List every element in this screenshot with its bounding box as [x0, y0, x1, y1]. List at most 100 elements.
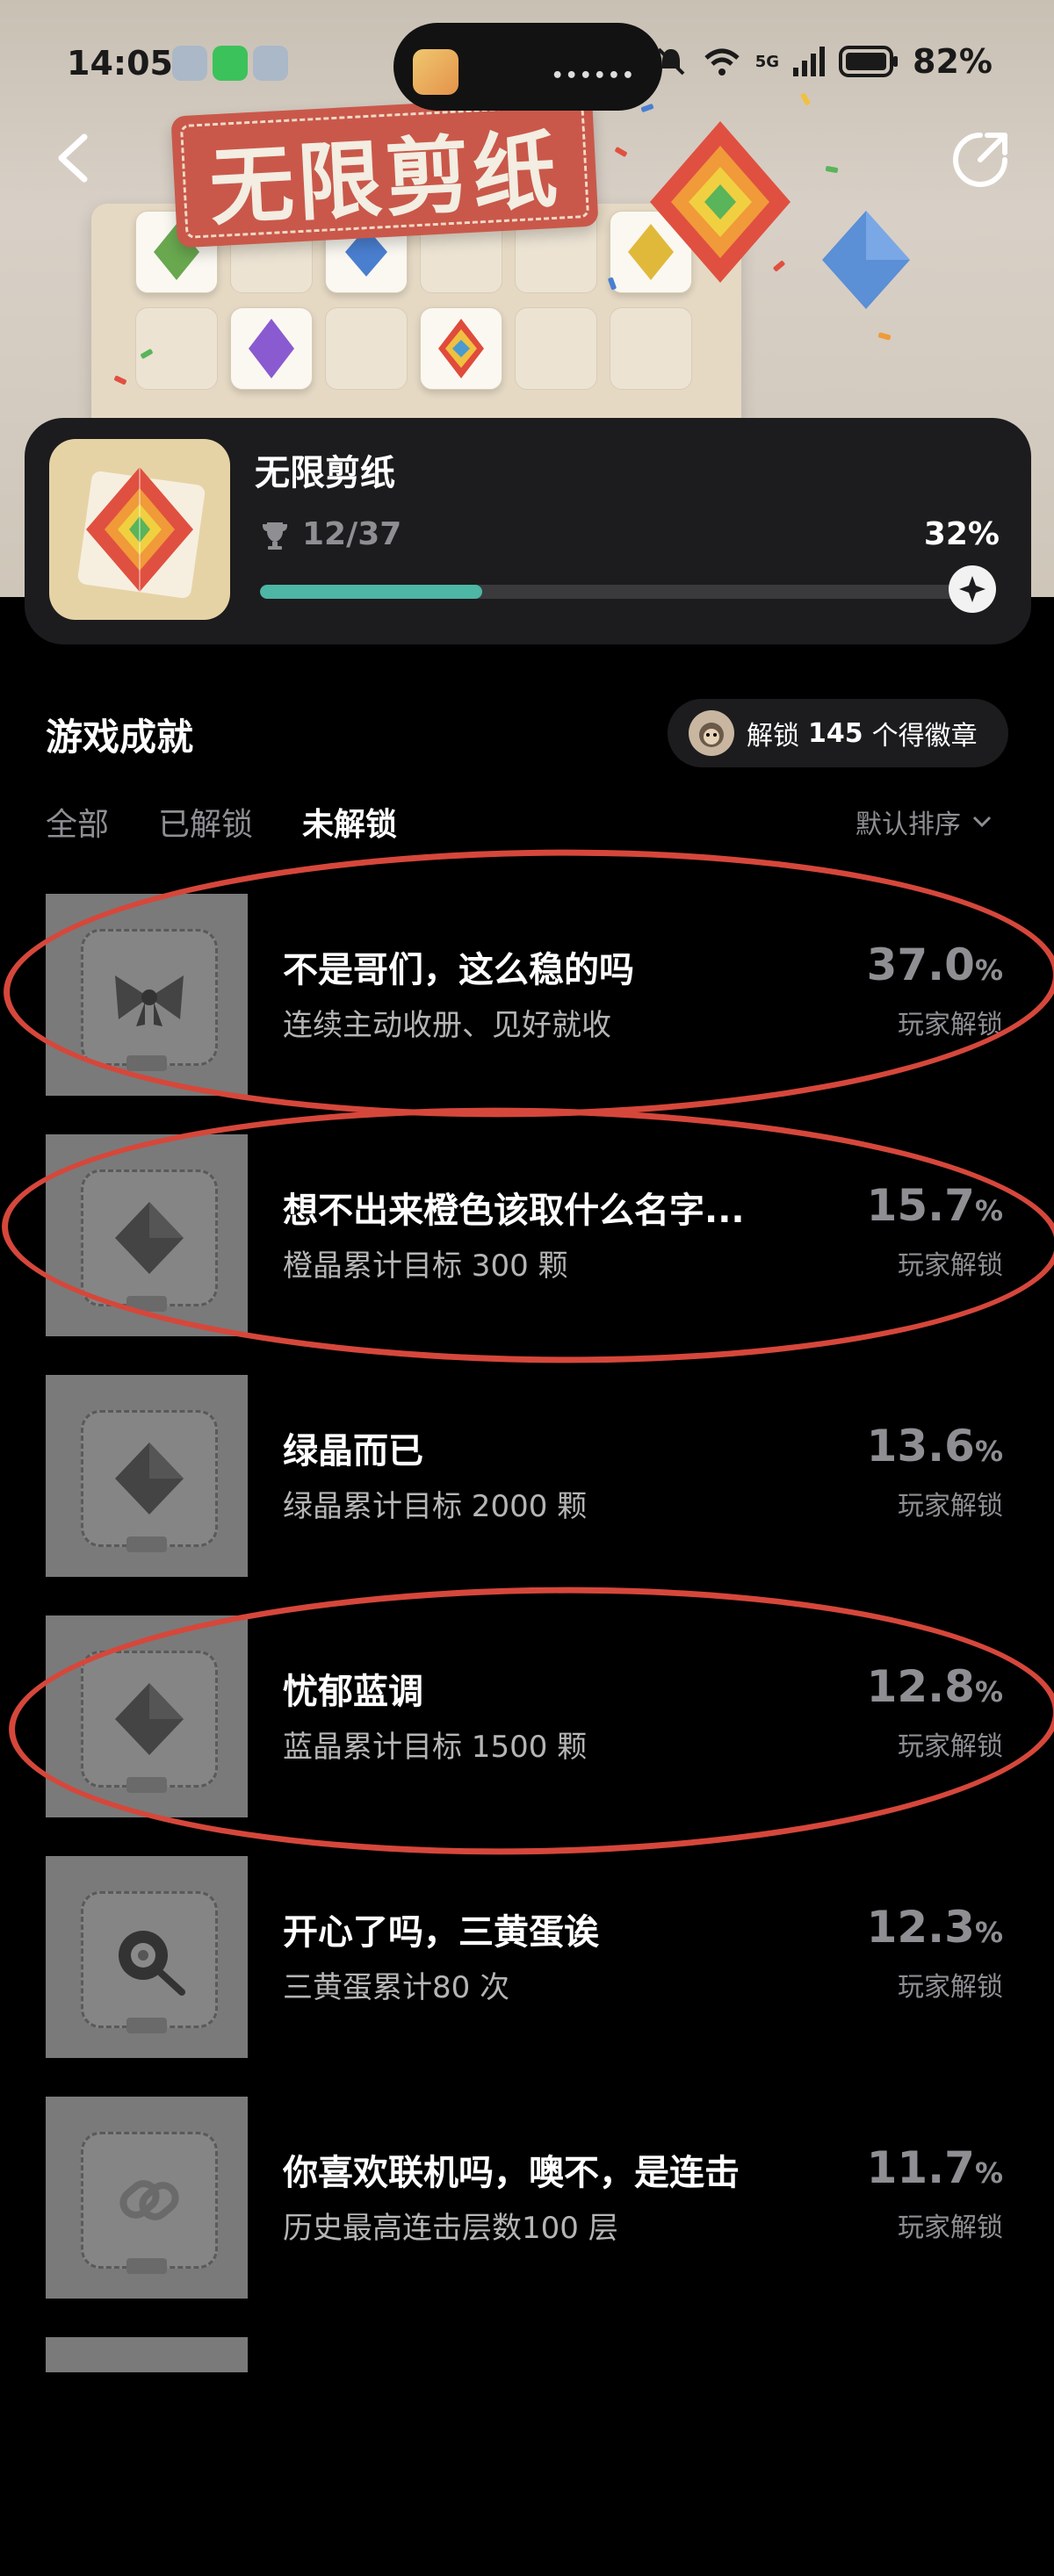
achievement-count: 12/37	[260, 516, 401, 552]
achievement-title: 忧郁蓝调	[283, 1672, 423, 1712]
tab-unlocked[interactable]: 已解锁	[158, 799, 253, 845]
game-name: 无限剪纸	[255, 453, 395, 493]
notification-app-icon	[253, 46, 288, 81]
share-icon	[953, 133, 1007, 187]
achievement-percent-label: 玩家解锁	[898, 1010, 1003, 1040]
achievement-row[interactable]: 不是哥们，这么稳的吗 连续主动收册、见好就收 37.0% 玩家解锁	[0, 892, 1054, 1133]
diamond-icon	[115, 1202, 184, 1274]
achievement-percent: 12.8%	[866, 1661, 1003, 1712]
progress-end-badge	[949, 565, 996, 613]
confetti	[825, 165, 839, 174]
wechat-icon	[213, 46, 248, 81]
island-dots-icon: ••••••	[551, 65, 636, 87]
achievement-percent-label: 玩家解锁	[898, 1491, 1003, 1522]
achievement-thumbnail	[46, 1856, 248, 2058]
achievement-list: 不是哥们，这么稳的吗 连续主动收册、见好就收 37.0% 玩家解锁 想不出来橙色…	[0, 892, 1054, 2576]
battery-icon	[839, 46, 899, 77]
status-bar: 14:05 •••••• 5G 82%	[0, 23, 1054, 111]
thumbnail-tag	[126, 2018, 167, 2033]
achievement-percent-label: 玩家解锁	[898, 1972, 1003, 2003]
achievement-thumbnail	[46, 1375, 248, 1577]
board-tile	[325, 307, 408, 390]
bow-icon	[115, 975, 184, 1026]
progress-bar	[260, 585, 956, 599]
mute-bell-icon	[657, 47, 685, 76]
signal-icon	[793, 47, 826, 76]
pan-icon	[119, 1931, 185, 1996]
network-type: 5G	[754, 52, 780, 71]
thumbnail-tag	[126, 1055, 167, 1071]
sort-dropdown[interactable]: 默认排序	[855, 802, 993, 841]
status-indicators: 5G 82%	[653, 42, 993, 81]
achievement-row[interactable]: 开心了吗，三黄蛋诶 三黄蛋累计80 次 12.3% 玩家解锁	[0, 1854, 1054, 2095]
notification-app-icon	[172, 46, 207, 81]
achievement-percent-label: 玩家解锁	[898, 1250, 1003, 1281]
thumbnail-tag	[126, 1536, 167, 1552]
confetti	[877, 332, 892, 341]
badge-avatar	[689, 710, 734, 756]
achievement-desc: 连续主动收册、见好就收	[283, 1008, 611, 1043]
trophy-icon	[263, 522, 287, 550]
board-tile	[515, 307, 597, 390]
achievement-percent: 37.0%	[866, 939, 1003, 990]
section-title: 游戏成就	[46, 716, 194, 759]
board-tile	[420, 307, 502, 390]
thumbnail-tag	[126, 1777, 167, 1793]
blue-kite-icon	[822, 211, 910, 309]
achievement-thumbnail	[46, 894, 248, 1096]
achievement-thumbnail	[46, 2337, 248, 2372]
battery-percent: 82%	[913, 42, 993, 81]
achievement-percent: 15.7%	[866, 1180, 1003, 1231]
diamond-icon	[115, 1443, 184, 1515]
board-tile	[135, 307, 218, 390]
chevron-left-icon	[58, 133, 88, 183]
badge-unlock-pill[interactable]: 解锁 145 个得徽章	[668, 699, 1008, 767]
sparkle-icon	[959, 576, 985, 602]
achievement-thumbnail	[46, 2097, 248, 2299]
badge-prefix: 解锁	[747, 721, 799, 752]
achievement-title: 你喜欢联机吗，噢不，是连击	[283, 2153, 740, 2193]
chain-icon	[119, 2180, 179, 2220]
achievement-percent: 11.7%	[866, 2142, 1003, 2193]
achievement-count-text: 12/37	[302, 516, 402, 552]
confetti	[614, 146, 628, 158]
tab-locked[interactable]: 未解锁	[302, 799, 397, 845]
tab-all[interactable]: 全部	[46, 799, 109, 845]
achievement-row[interactable]: 绿晶而已 绿晶累计目标 2000 颗 13.6% 玩家解锁	[0, 1373, 1054, 1614]
chevron-down-icon	[972, 816, 992, 828]
board-tile	[610, 307, 692, 390]
achievement-title: 开心了吗，三黄蛋诶	[283, 1912, 599, 1953]
achievement-percent-label: 玩家解锁	[898, 1731, 1003, 1762]
board-tile	[230, 307, 313, 390]
achievement-desc: 橙晶累计目标 300 颗	[283, 1248, 568, 1284]
game-icon	[49, 439, 230, 620]
game-progress-card[interactable]: 无限剪纸 12/37 32%	[25, 418, 1031, 644]
progress-percent: 32%	[923, 516, 1000, 552]
achievement-row[interactable]: 忧郁蓝调 蓝晶累计目标 1500 颗 12.8% 玩家解锁	[0, 1614, 1054, 1854]
achievement-title: 想不出来橙色该取什么名字...	[283, 1191, 745, 1231]
status-time: 14:05	[67, 44, 173, 83]
share-button[interactable]	[949, 128, 1012, 191]
achievement-desc: 蓝晶累计目标 1500 颗	[283, 1730, 588, 1765]
progress-bar-fill	[260, 585, 483, 599]
achievement-title: 绿晶而已	[283, 1431, 423, 1471]
game-app-icon	[413, 49, 458, 95]
thumbnail-tag	[126, 1296, 167, 1312]
achievement-title: 不是哥们，这么稳的吗	[283, 950, 634, 990]
monkey-icon	[699, 723, 724, 747]
achievement-row[interactable]: 想不出来橙色该取什么名字... 橙晶累计目标 300 颗 15.7% 玩家解锁	[0, 1133, 1054, 1373]
wifi-icon	[704, 48, 740, 76]
achievement-percent: 13.6%	[866, 1421, 1003, 1471]
sort-label: 默认排序	[855, 809, 961, 840]
badge-count: 145	[808, 717, 863, 749]
banner-title: 无限剪纸	[170, 94, 599, 248]
achievement-row[interactable]: 你喜欢联机吗，噢不，是连击 历史最高连击层数100 层 11.7% 玩家解锁	[0, 2095, 1054, 2335]
achievement-percent: 12.3%	[866, 1902, 1003, 1953]
achievement-row[interactable]	[0, 2335, 1054, 2576]
filter-tabs: 全部 已解锁 未解锁	[46, 799, 397, 845]
dynamic-island: ••••••	[393, 23, 662, 111]
confetti	[640, 103, 654, 113]
back-button[interactable]	[49, 130, 98, 186]
achievement-percent-label: 玩家解锁	[898, 2213, 1003, 2243]
badge-suffix: 个得徽章	[871, 721, 978, 752]
